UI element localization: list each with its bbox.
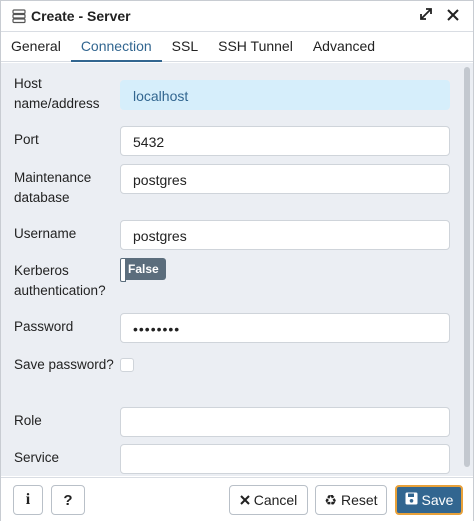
dialog-title: Create - Server (31, 8, 131, 24)
service-label: Service (14, 450, 60, 465)
username-label: Username (14, 226, 77, 241)
host-input[interactable]: localhost (120, 80, 450, 110)
floppy-disk-icon (405, 492, 418, 508)
create-server-dialog: Create - Server General Connection SSL S… (0, 0, 474, 521)
tab-advanced[interactable]: Advanced (303, 32, 385, 62)
save-button[interactable]: Save (395, 485, 463, 515)
tab-bar: General Connection SSL SSH Tunnel Advanc… (1, 32, 473, 62)
maintenance-db-label: Maintenance database (14, 170, 92, 205)
cancel-x-icon (239, 492, 250, 508)
cancel-label: Cancel (253, 492, 298, 508)
password-label: Password (14, 319, 74, 334)
reset-label: Reset (340, 492, 378, 508)
tab-ssh-tunnel[interactable]: SSH Tunnel (208, 32, 303, 62)
close-icon[interactable] (447, 8, 459, 26)
help-icon: ? (63, 491, 73, 509)
dialog-footer: i ? Cancel ♻ Reset Save (1, 477, 473, 521)
tab-general[interactable]: General (1, 32, 71, 62)
kerberos-label: Kerberos authentication? (14, 263, 106, 298)
save-password-checkbox[interactable] (120, 358, 134, 372)
info-icon: i (25, 491, 31, 508)
host-label: Host name/address (14, 76, 100, 111)
maximize-icon[interactable] (419, 7, 433, 26)
tab-connection[interactable]: Connection (70, 32, 162, 62)
connection-form: Host name/address localhost Port 5432 Ma… (1, 63, 461, 476)
help-button[interactable]: ? (51, 485, 85, 515)
port-label: Port (14, 132, 39, 147)
role-input[interactable] (120, 407, 450, 437)
database-server-icon (11, 8, 27, 24)
username-input[interactable]: postgres (120, 220, 450, 250)
save-password-label: Save password? (14, 357, 114, 372)
form-scrollbar[interactable] (461, 63, 473, 476)
save-label: Save (421, 492, 454, 508)
reset-button[interactable]: ♻ Reset (315, 485, 387, 515)
service-input[interactable] (120, 444, 450, 474)
recycle-icon: ♻ (324, 491, 337, 508)
title-bar: Create - Server (1, 1, 473, 32)
tab-ssl[interactable]: SSL (162, 32, 208, 62)
kerberos-toggle[interactable]: False (120, 258, 166, 282)
maintenance-db-input[interactable]: postgres (120, 164, 450, 194)
info-button[interactable]: i (13, 485, 43, 515)
scrollbar-thumb[interactable] (464, 67, 470, 467)
role-label: Role (14, 413, 42, 428)
cancel-button[interactable]: Cancel (229, 485, 308, 515)
password-input[interactable]: •••••••• (120, 313, 450, 343)
port-input[interactable]: 5432 (120, 126, 450, 156)
